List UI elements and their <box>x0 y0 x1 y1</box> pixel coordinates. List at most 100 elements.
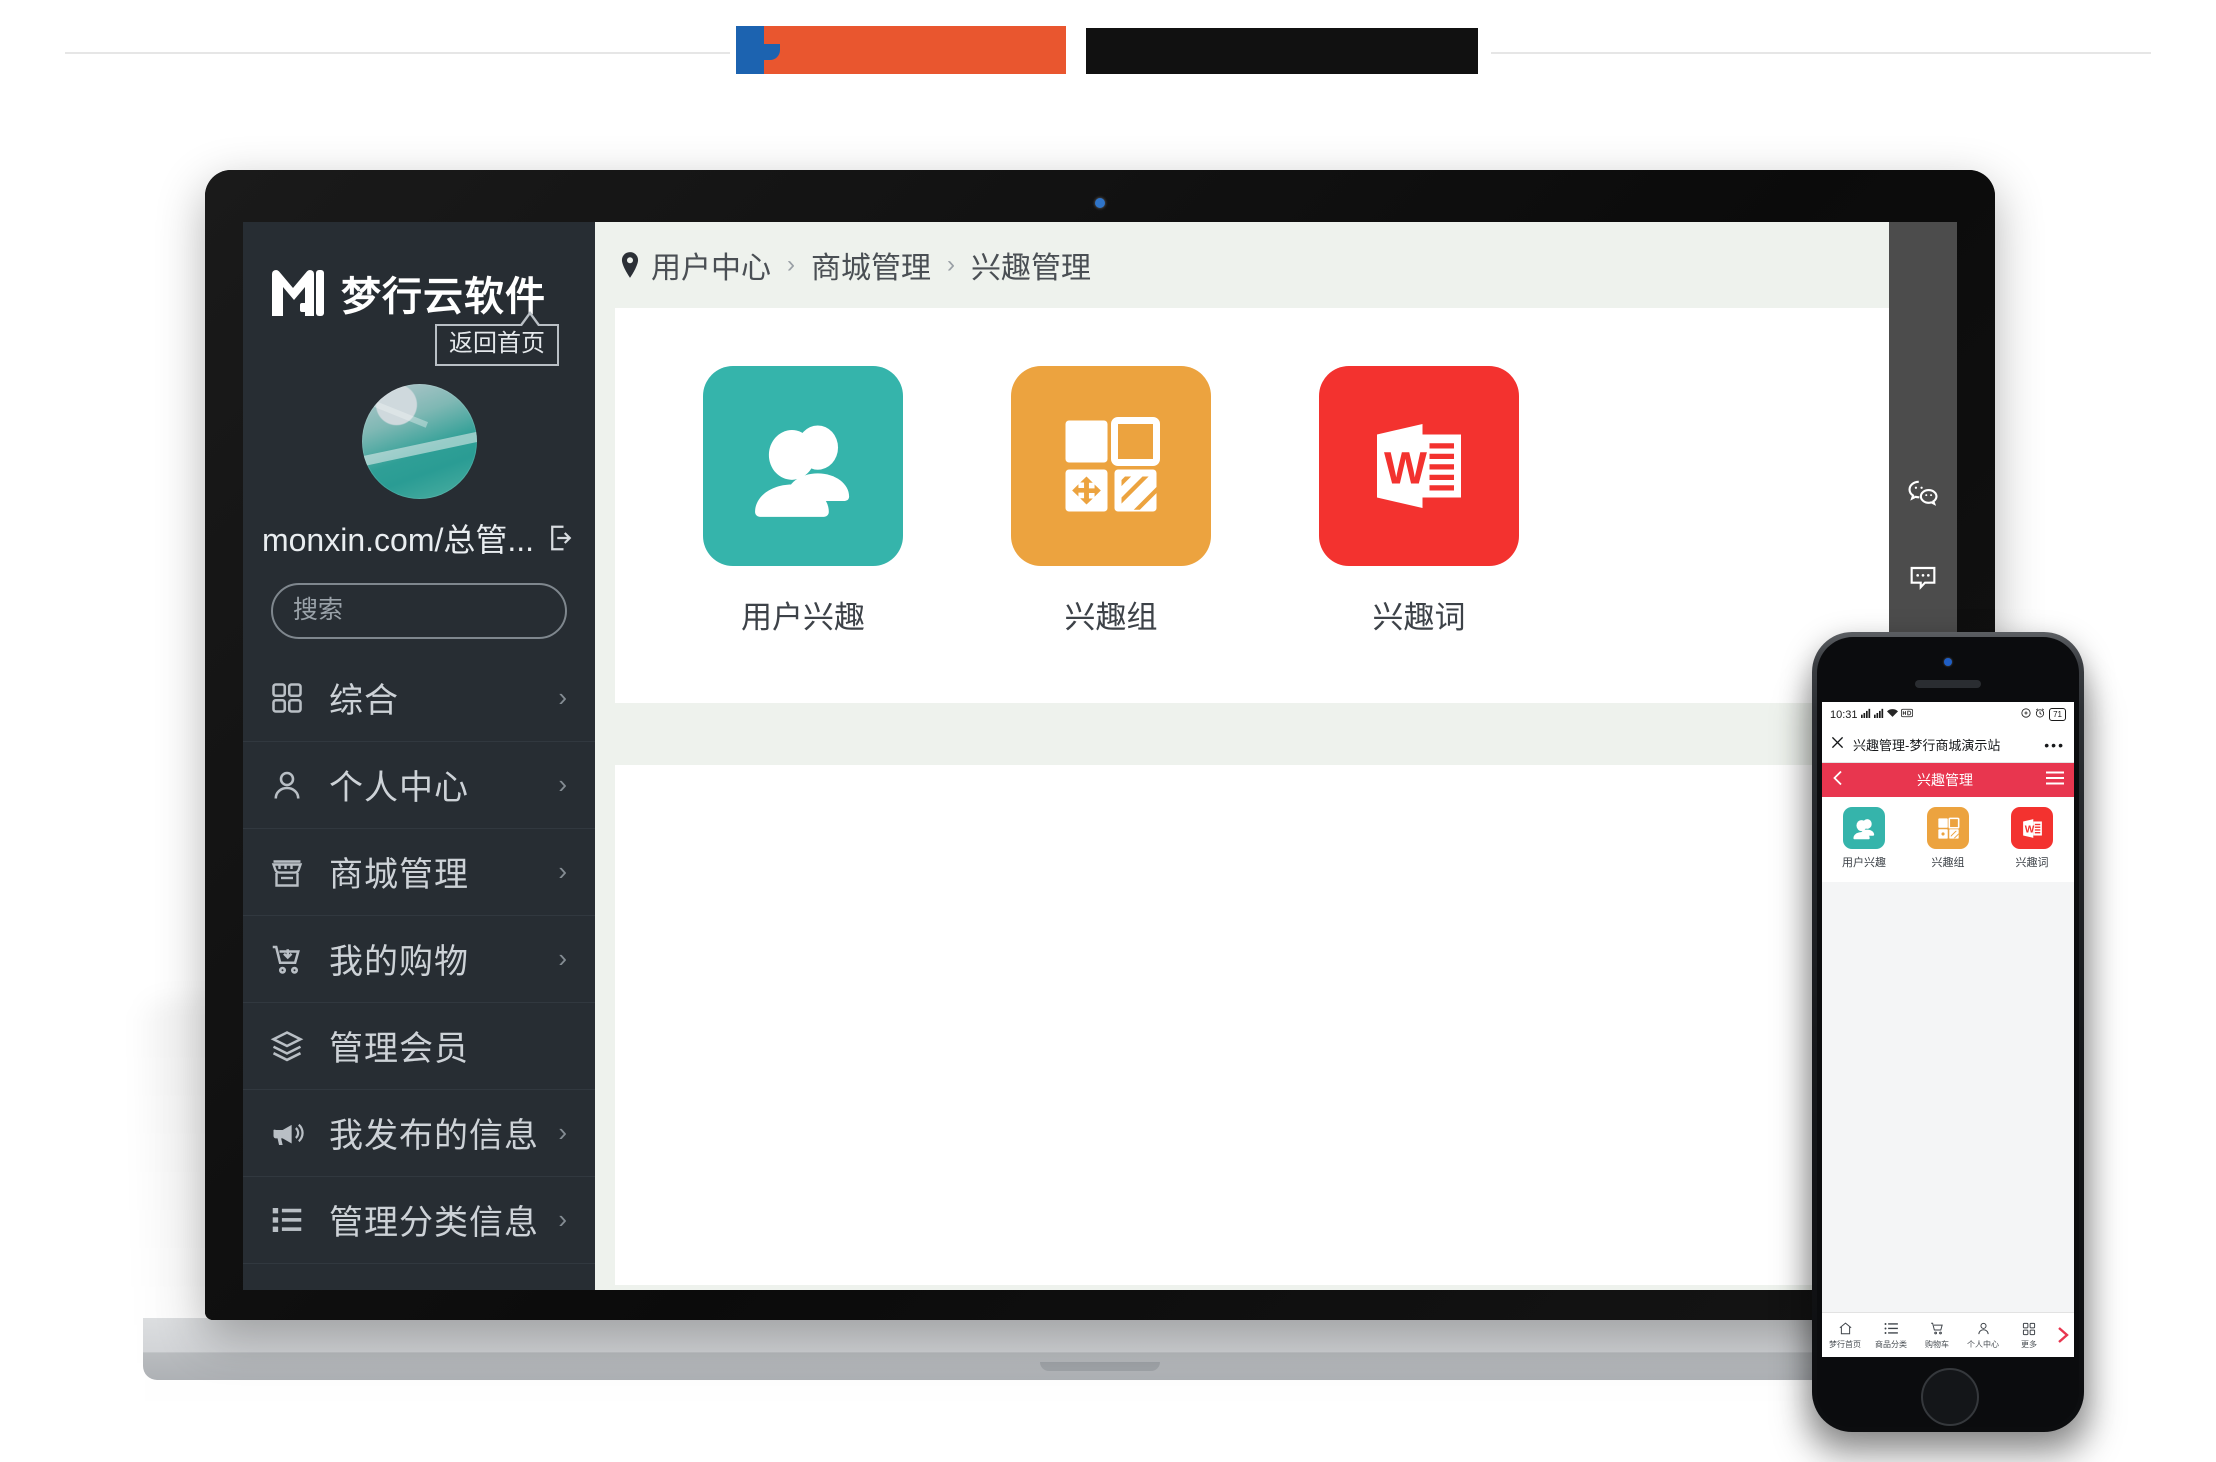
phone-tiles-row: 用户兴趣 兴趣组 W 兴趣词 <box>1822 797 2074 882</box>
phone-tile-interest-group[interactable]: 兴趣组 <box>1906 807 1990 870</box>
cart-icon <box>1914 1320 1960 1337</box>
grid-apps-icon <box>1011 366 1211 566</box>
phone-tile-user-interest[interactable]: 用户兴趣 <box>1822 807 1906 870</box>
phone-tab-label: 更多 <box>2021 1340 2037 1349</box>
sidebar-item-zonghe[interactable]: 综合 › <box>243 655 595 742</box>
tile-label: 用户兴趣 <box>741 600 865 635</box>
phone-tab-label: 梦行首页 <box>1829 1340 1861 1349</box>
phone-tab-profile[interactable]: 个人中心 <box>1960 1320 2006 1350</box>
layers-icon <box>269 1028 315 1064</box>
hamburger-icon[interactable] <box>2046 771 2064 790</box>
tile-user-interest[interactable]: 用户兴趣 <box>703 366 903 637</box>
phone-tab-bar: 梦行首页 商品分类 购物车 个人中心 更多 <box>1822 1312 2074 1357</box>
breadcrumb-separator: › <box>787 251 795 278</box>
users-icon <box>1843 807 1885 849</box>
phone-device-mockup: 10:31 71 兴趣管理-梦行商城演示站 ••• 兴趣管理 用户兴趣 兴趣组 … <box>1802 632 2094 1462</box>
close-icon[interactable] <box>1831 736 1844 754</box>
phone-speaker-icon <box>1915 680 1981 688</box>
list-icon <box>269 1202 315 1238</box>
sidebar-item-wodegouwu[interactable]: 我的购物 › <box>243 916 595 1003</box>
store-icon <box>269 854 315 890</box>
chevron-right-icon: › <box>558 1204 567 1235</box>
phone-home-button[interactable] <box>1921 1368 1979 1426</box>
alarm-icon <box>2035 708 2045 721</box>
status-right: 71 <box>2021 708 2066 721</box>
phone-tab-more[interactable]: 更多 <box>2006 1320 2052 1350</box>
phone-tab-home[interactable]: 梦行首页 <box>1822 1320 1868 1350</box>
phone-nav-title: 兴趣管理 <box>1917 772 1973 788</box>
grid-apps-icon <box>1927 807 1969 849</box>
avatar[interactable] <box>361 383 477 499</box>
wechat-icon[interactable] <box>1889 452 1957 536</box>
brand-logo[interactable]: 梦行云软件 <box>243 222 595 322</box>
sidebar-item-guanlifenleixinxi[interactable]: 管理分类信息 › <box>243 1177 595 1264</box>
laptop-device-mockup: 梦行云软件 返回首页 monxin.com/总管... 搜索 综合 › 个人中心… <box>143 170 2057 1420</box>
users-icon <box>703 366 903 566</box>
breadcrumb-item-1[interactable]: 用户中心 <box>651 243 771 287</box>
return-home-button[interactable]: 返回首页 <box>435 311 559 366</box>
phone-nav-bar: 兴趣管理 <box>1822 763 2074 797</box>
sidebar-item-guanlihuiyuan[interactable]: 管理会员 <box>243 1003 595 1090</box>
sidebar-menu: 综合 › 个人中心 › 商城管理 › 我的购物 › 管理会员 我发布的信息 › … <box>243 655 595 1290</box>
sidebar-item-label: 商城管理 <box>329 856 469 895</box>
phone-screen: 10:31 71 兴趣管理-梦行商城演示站 ••• 兴趣管理 用户兴趣 兴趣组 … <box>1822 702 2074 1357</box>
chevron-right-icon: › <box>558 856 567 887</box>
brand-name: 梦行云软件 <box>341 274 546 320</box>
banner-divider-left <box>65 52 730 54</box>
sidebar-item-label: 更多 <box>315 1282 558 1290</box>
sidebar-item-shangchengguanli[interactable]: 商城管理 › <box>243 829 595 916</box>
sidebar-item-label: 综合 <box>329 682 399 721</box>
tile-label: 兴趣词 <box>1372 600 1466 635</box>
phone-status-bar: 10:31 71 <box>1822 702 2074 727</box>
sidebar-item-wofabudexinxi[interactable]: 我发布的信息 › <box>243 1090 595 1177</box>
phone-content: 用户兴趣 兴趣组 W 兴趣词 <box>1822 797 2074 1324</box>
sidebar-item-label: 管理会员 <box>329 1030 469 1069</box>
status-left: 10:31 <box>1830 708 1913 721</box>
svg-text:W: W <box>2024 824 2034 835</box>
lower-panel <box>615 765 1947 1285</box>
breadcrumb-item-2[interactable]: 商城管理 <box>811 243 931 287</box>
sidebar-item-gerenzhongxin[interactable]: 个人中心 › <box>243 742 595 829</box>
logout-icon[interactable] <box>546 523 576 553</box>
sidebar-item-label: 管理分类信息 <box>329 1204 539 1243</box>
phone-tile-interest-word[interactable]: W 兴趣词 <box>1990 807 2074 870</box>
signal-bars-icon <box>1873 708 1884 721</box>
sidebar-item-label: 我发布的信息 <box>329 1117 539 1156</box>
breadcrumb-item-3: 兴趣管理 <box>971 251 1091 286</box>
redacted-orange-bar <box>736 26 1066 74</box>
top-redacted-banner <box>0 0 2216 90</box>
sidebar-item-gengduo[interactable]: 更多 › <box>243 1264 595 1290</box>
hd-icon <box>1900 708 1913 721</box>
cart-icon <box>269 941 315 977</box>
chat-bubble-icon[interactable] <box>1889 536 1957 620</box>
chevron-left-icon[interactable] <box>1832 770 1844 791</box>
chevron-right-icon: › <box>558 769 567 800</box>
phone-body: 10:31 71 兴趣管理-梦行商城演示站 ••• 兴趣管理 用户兴趣 兴趣组 … <box>1812 632 2084 1432</box>
grid-icon <box>269 680 315 716</box>
search-input[interactable] <box>291 595 617 627</box>
phone-tab-label: 商品分类 <box>1875 1340 1907 1349</box>
chevron-right-icon: › <box>558 943 567 974</box>
content-gap <box>615 703 1947 765</box>
ellipsis-icon[interactable]: ••• <box>2044 737 2065 753</box>
user-icon <box>1960 1320 2006 1337</box>
tile-interest-word[interactable]: W 兴趣词 <box>1319 366 1519 637</box>
banner-divider-right <box>1491 52 2151 54</box>
home-button-wrap: 返回首页 <box>243 311 595 366</box>
chevron-right-icon[interactable] <box>2052 1325 2074 1345</box>
monxin-m-logo-icon <box>269 267 327 319</box>
admin-app: 梦行云软件 返回首页 monxin.com/总管... 搜索 综合 › 个人中心… <box>243 222 1957 1290</box>
list-icon <box>1868 1320 1914 1337</box>
laptop-base-notch <box>1040 1362 1160 1371</box>
redacted-black-bar <box>1086 28 1478 74</box>
ellipsis-icon <box>269 1289 315 1290</box>
phone-tab-cart[interactable]: 购物车 <box>1914 1320 1960 1350</box>
phone-browser-bar: 兴趣管理-梦行商城演示站 ••• <box>1822 727 2074 763</box>
phone-tab-category[interactable]: 商品分类 <box>1868 1320 1914 1350</box>
search-box[interactable] <box>271 582 648 639</box>
laptop-screen: 梦行云软件 返回首页 monxin.com/总管... 搜索 综合 › 个人中心… <box>243 222 1957 1290</box>
phone-camera-icon <box>1944 658 1952 666</box>
tile-interest-group[interactable]: 兴趣组 <box>1011 366 1211 637</box>
phone-tab-label: 个人中心 <box>1967 1340 1999 1349</box>
breadcrumb: 用户中心 › 商城管理 › 兴趣管理 <box>595 222 1957 308</box>
